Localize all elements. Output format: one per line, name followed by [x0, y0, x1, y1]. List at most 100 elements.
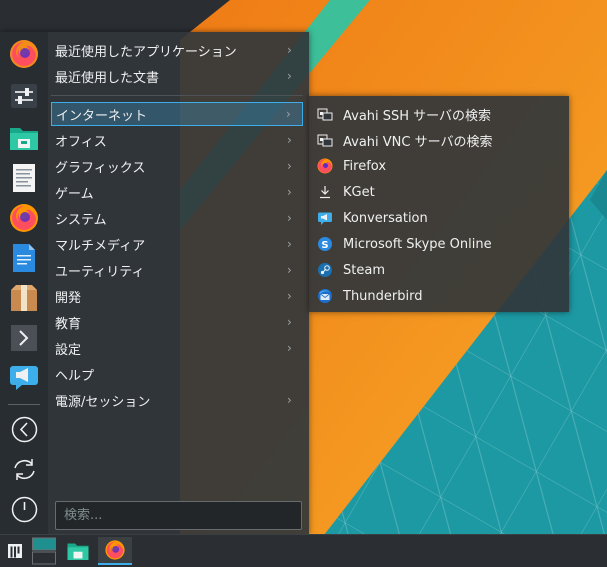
favorite-terminal[interactable] [8, 322, 40, 354]
menu-item-label: マルチメディア [55, 238, 146, 254]
menu-item-label: ゲーム [55, 186, 94, 202]
switch-user-button[interactable] [11, 456, 38, 483]
chevron-right-icon: › [287, 315, 292, 329]
svg-text:S: S [321, 240, 328, 251]
shutdown-button[interactable] [11, 496, 38, 523]
favorite-file-manager[interactable] [8, 122, 40, 154]
favorite-konversation[interactable] [8, 360, 40, 392]
back-arrow-circle-icon [11, 416, 38, 443]
chevron-right-icon: › [287, 185, 292, 199]
chevron-right-icon: › [287, 69, 292, 83]
menu-item-recent-documents[interactable]: 最近使用した文書 › [51, 64, 303, 88]
desktop-pager-icon [32, 537, 56, 565]
menu-item-label: オフィス [55, 134, 107, 150]
thunderbird-icon [318, 289, 332, 303]
menu-item-label: ユーティリティ [55, 264, 145, 280]
chat-megaphone-icon [318, 212, 332, 225]
submenu-item-label: Thunderbird [343, 288, 423, 304]
menu-item-label: 教育 [55, 316, 82, 332]
firefox-icon [105, 540, 125, 560]
menu-item-power-session[interactable]: 電源/セッション › [51, 388, 303, 412]
submenu-item-label: Firefox [343, 158, 387, 174]
chevron-right-icon: › [287, 237, 292, 251]
submenu-item-label: Avahi VNC サーバの検索 [343, 134, 493, 150]
chevron-right-icon: › [287, 263, 292, 277]
launcher-icon [8, 544, 22, 558]
submenu-item-kget[interactable]: KGet [313, 179, 565, 205]
firefox-icon [317, 158, 333, 174]
menu-item-label: ヘルプ [55, 368, 95, 384]
favorite-system-settings[interactable] [8, 80, 40, 112]
menu-item-label: 設定 [55, 342, 82, 358]
menu-item-help[interactable]: ヘルプ [51, 362, 303, 386]
menu-item-utilities[interactable]: ユーティリティ › [51, 258, 303, 282]
settings-sliders-icon [11, 84, 37, 108]
application-launcher-button[interactable] [4, 537, 26, 565]
submenu-item-steam[interactable]: Steam [313, 257, 565, 283]
chevron-right-icon: › [287, 211, 292, 225]
menu-item-recent-applications[interactable]: 最近使用したアプリケーション › [51, 38, 303, 62]
submenu-item-label: KGet [343, 184, 375, 200]
menu-separator [51, 95, 303, 96]
firefox-icon [10, 204, 38, 232]
submenu-item-avahi-vnc[interactable]: Avahi VNC サーバの検索 [313, 127, 565, 153]
menu-item-office[interactable]: オフィス › [51, 128, 303, 152]
lock-screen-button[interactable] [11, 416, 38, 443]
favorite-package-manager[interactable] [8, 282, 40, 314]
menu-item-system[interactable]: システム › [51, 206, 303, 230]
taskbar [0, 534, 607, 567]
menu-item-games[interactable]: ゲーム › [51, 180, 303, 204]
application-menu: 最近使用したアプリケーション › 最近使用した文書 › インターネット › オフ… [0, 32, 309, 534]
menu-item-graphics[interactable]: グラフィックス › [51, 154, 303, 178]
submenu-item-thunderbird[interactable]: Thunderbird [313, 283, 565, 309]
download-icon [320, 186, 330, 199]
favorites-strip [0, 32, 48, 534]
favorite-firefox[interactable] [8, 38, 40, 70]
submenu-item-label: Avahi SSH サーバの検索 [343, 108, 492, 124]
chevron-right-icon: › [287, 393, 292, 407]
chevron-right-icon: › [287, 159, 292, 173]
menu-item-label: システム [55, 212, 107, 228]
skype-icon: S [318, 237, 332, 251]
menu-item-education[interactable]: 教育 › [51, 310, 303, 334]
search-input[interactable] [55, 501, 302, 530]
desktop-pager[interactable] [32, 537, 56, 565]
document-icon [13, 244, 35, 272]
task-firefox[interactable] [98, 537, 132, 565]
submenu-item-avahi-ssh[interactable]: Avahi SSH サーバの検索 [313, 101, 565, 127]
internet-submenu: Avahi SSH サーバの検索 Avahi VNC サーバの検索 Firefo… [309, 96, 569, 312]
submenu-item-firefox[interactable]: Firefox [313, 153, 565, 179]
menu-item-label: 最近使用した文書 [55, 70, 160, 86]
strip-separator [8, 404, 40, 405]
submenu-item-label: Steam [343, 262, 385, 278]
network-remote-icon [317, 134, 333, 147]
chat-megaphone-icon [10, 366, 38, 390]
steam-icon [318, 263, 332, 277]
chevron-right-icon: › [287, 43, 292, 57]
power-icon [11, 496, 38, 523]
refresh-circle-icon [14, 459, 35, 480]
submenu-item-konversation[interactable]: Konversation [313, 205, 565, 231]
menu-item-label: インターネット [56, 108, 148, 124]
menu-item-label: 最近使用したアプリケーション [55, 44, 237, 60]
favorite-firefox-2[interactable] [8, 202, 40, 234]
menu-item-settings[interactable]: 設定 › [51, 336, 303, 360]
network-remote-icon [317, 108, 333, 121]
folder-icon [10, 128, 38, 150]
chevron-right-icon: › [286, 107, 291, 121]
submenu-item-skype[interactable]: S Microsoft Skype Online [313, 231, 565, 257]
package-box-icon [11, 285, 37, 311]
chevron-right-icon: › [287, 341, 292, 355]
chevron-right-icon: › [287, 133, 292, 147]
menu-item-development[interactable]: 開発 › [51, 284, 303, 308]
favorite-office-writer[interactable] [8, 242, 40, 274]
menu-item-multimedia[interactable]: マルチメディア › [51, 232, 303, 256]
task-file-manager[interactable] [62, 537, 94, 565]
text-document-icon [13, 164, 35, 192]
menu-item-label: 電源/セッション [55, 394, 151, 410]
chevron-right-icon: › [287, 289, 292, 303]
folder-icon [67, 543, 89, 560]
favorite-text-editor[interactable] [8, 162, 40, 194]
menu-item-internet[interactable]: インターネット › [51, 102, 303, 126]
submenu-item-label: Konversation [343, 210, 428, 226]
